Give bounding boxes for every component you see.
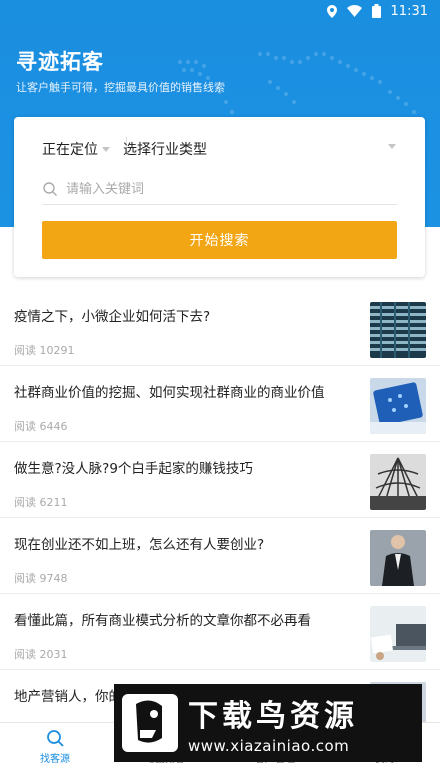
list-item[interactable]: 疫情之下，小微企业如何活下去? 阅读 10291 xyxy=(0,290,440,366)
app-title: 寻迹拓客 xyxy=(16,50,104,74)
read-count: 阅读 2031 xyxy=(14,648,68,661)
list-item[interactable]: 社群商业价值的挖掘、如何实现社群商业的商业价值 阅读 6446 xyxy=(0,366,440,442)
read-count: 阅读 9748 xyxy=(14,572,68,585)
article-thumbnail xyxy=(370,530,426,586)
battery-icon xyxy=(371,4,381,18)
industry-selector[interactable]: 选择行业类型 xyxy=(123,139,207,159)
read-count: 阅读 6446 xyxy=(14,420,68,433)
app-subtitle: 让客户触手可得，挖掘最具价值的销售线索 xyxy=(16,81,225,94)
watermark-text: 下载鸟资源 www.xiazainiao.com xyxy=(188,691,358,755)
watermark-main-text: 下载鸟资源 xyxy=(188,699,358,734)
keyword-search-row xyxy=(42,175,397,205)
article-thumbnail xyxy=(370,606,426,662)
article-thumbnail xyxy=(370,302,426,358)
list-item[interactable]: 现在创业还不如上班，怎么还有人要创业? 阅读 9748 xyxy=(0,518,440,594)
article-title: 现在创业还不如上班，怎么还有人要创业? xyxy=(14,537,265,553)
watermark-banner: 下载鸟资源 www.xiazainiao.com xyxy=(114,684,422,762)
list-item[interactable]: 做生意?没人脉?9个白手起家的赚钱技巧 阅读 6211 xyxy=(0,442,440,518)
read-count: 阅读 6211 xyxy=(14,496,68,509)
article-title: 疫情之下，小微企业如何活下去? xyxy=(14,309,211,325)
status-time: 11:31 xyxy=(390,3,428,19)
article-title: 做生意?没人脉?9个白手起家的赚钱技巧 xyxy=(14,461,253,477)
location-icon xyxy=(326,4,337,18)
keyword-input[interactable] xyxy=(66,182,366,197)
article-thumbnail xyxy=(370,454,426,510)
article-list: 疫情之下，小微企业如何活下去? 阅读 10291 社群商业价值的挖掘、如何实现社… xyxy=(0,290,440,746)
tab-label: 找客源 xyxy=(40,754,70,765)
chevron-down-icon[interactable] xyxy=(388,144,396,149)
industry-label: 选择行业类型 xyxy=(123,142,207,158)
search-icon xyxy=(42,181,60,199)
read-count: 阅读 10291 xyxy=(14,344,75,357)
article-title: 社群商业价值的挖掘、如何实现社群商业的商业价值 xyxy=(14,385,325,401)
location-selector[interactable]: 正在定位 xyxy=(42,139,110,159)
search-card: 正在定位 选择行业类型 开始搜索 xyxy=(14,117,425,277)
tab-find-customers[interactable]: 找客源 xyxy=(0,723,110,770)
wifi-icon xyxy=(346,5,362,17)
article-thumbnail xyxy=(370,378,426,434)
watermark-url: www.xiazainiao.com xyxy=(188,737,350,755)
status-bar: 11:31 xyxy=(0,0,440,22)
location-label: 正在定位 xyxy=(42,142,98,158)
watermark-logo xyxy=(122,694,178,752)
article-title: 看懂此篇，所有商业模式分析的文章你都不必再看 xyxy=(14,613,311,629)
start-search-button[interactable]: 开始搜索 xyxy=(42,221,397,259)
chevron-down-icon xyxy=(102,146,110,152)
list-item[interactable]: 看懂此篇，所有商业模式分析的文章你都不必再看 阅读 2031 xyxy=(0,594,440,670)
search-icon xyxy=(45,728,65,748)
